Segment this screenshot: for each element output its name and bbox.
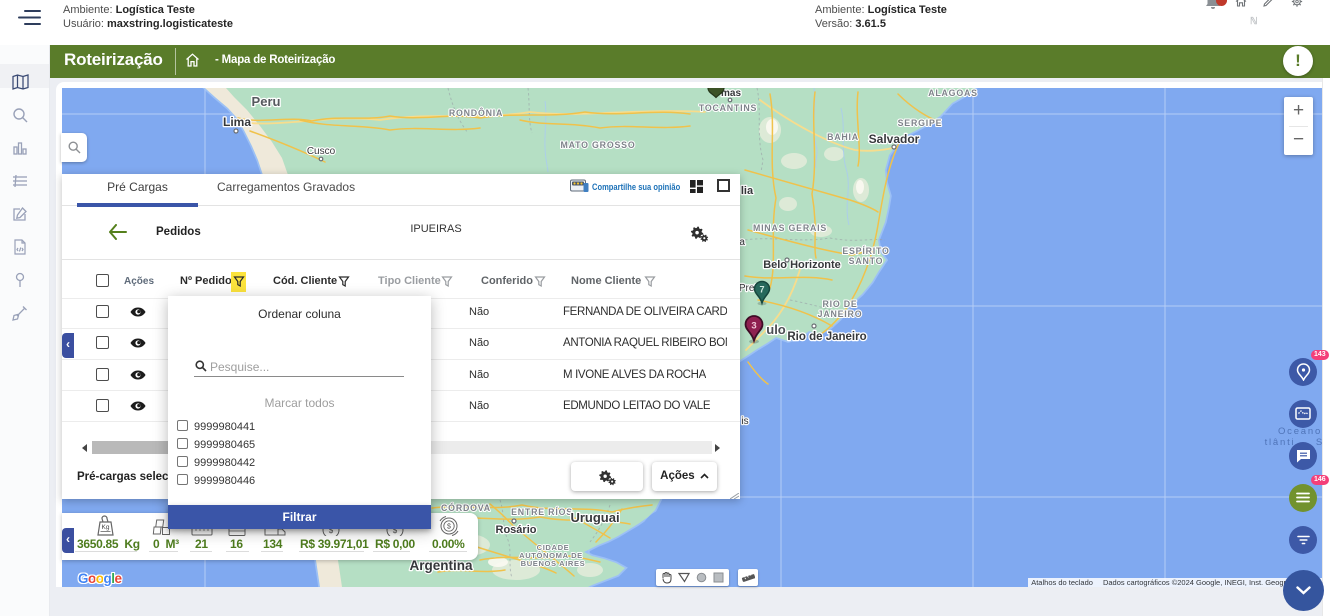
svg-text:tlânti: tlânti	[1265, 437, 1296, 448]
svg-text:is: is	[741, 416, 748, 427]
svg-text:CÓRDOVA: CÓRDOVA	[441, 502, 491, 513]
svg-text:Salvador: Salvador	[869, 132, 920, 146]
svg-text:7: 7	[759, 285, 764, 295]
svg-text:ALAGOAS: ALAGOAS	[928, 88, 978, 98]
svg-text:Peru: Peru	[252, 94, 281, 109]
svg-text:Uruguai: Uruguai	[570, 510, 619, 525]
svg-text:ENTRE RÍOS: ENTRE RÍOS	[511, 507, 573, 517]
svg-text:3: 3	[751, 321, 756, 332]
svg-text:ulo: ulo	[766, 322, 786, 337]
svg-text:RIO DE: RIO DE	[822, 299, 857, 309]
svg-text:Argentina: Argentina	[409, 558, 472, 573]
svg-text:TOCANTINS: TOCANTINS	[699, 103, 757, 113]
svg-text:Oceano: Oceano	[1278, 426, 1322, 437]
svg-text:RONDÔNIA: RONDÔNIA	[449, 107, 503, 118]
svg-text:Lima: Lima	[223, 115, 251, 129]
svg-text:BUENOS AIRES: BUENOS AIRES	[521, 559, 586, 568]
svg-text:MATO GROSSO: MATO GROSSO	[561, 140, 636, 150]
svg-text:lia: lia	[741, 185, 754, 197]
svg-text:Rosário: Rosário	[496, 524, 537, 536]
svg-text:JANEIRO: JANEIRO	[818, 309, 863, 319]
svg-text:Cusco: Cusco	[307, 146, 336, 157]
svg-text:Belo Horizonte: Belo Horizonte	[763, 259, 841, 271]
svg-text:Rio de Janeiro: Rio de Janeiro	[787, 331, 866, 343]
svg-text:BAHIA: BAHIA	[827, 132, 859, 142]
svg-text:ESPÍRITO: ESPÍRITO	[842, 246, 889, 256]
svg-text:$: $	[447, 524, 451, 531]
svg-text:MINAS GERAIS: MINAS GERAIS	[753, 223, 827, 233]
svg-text:SERGIPE: SERGIPE	[898, 118, 943, 128]
svg-text:Kg: Kg	[102, 524, 110, 531]
svg-text:SANTO: SANTO	[849, 256, 884, 266]
